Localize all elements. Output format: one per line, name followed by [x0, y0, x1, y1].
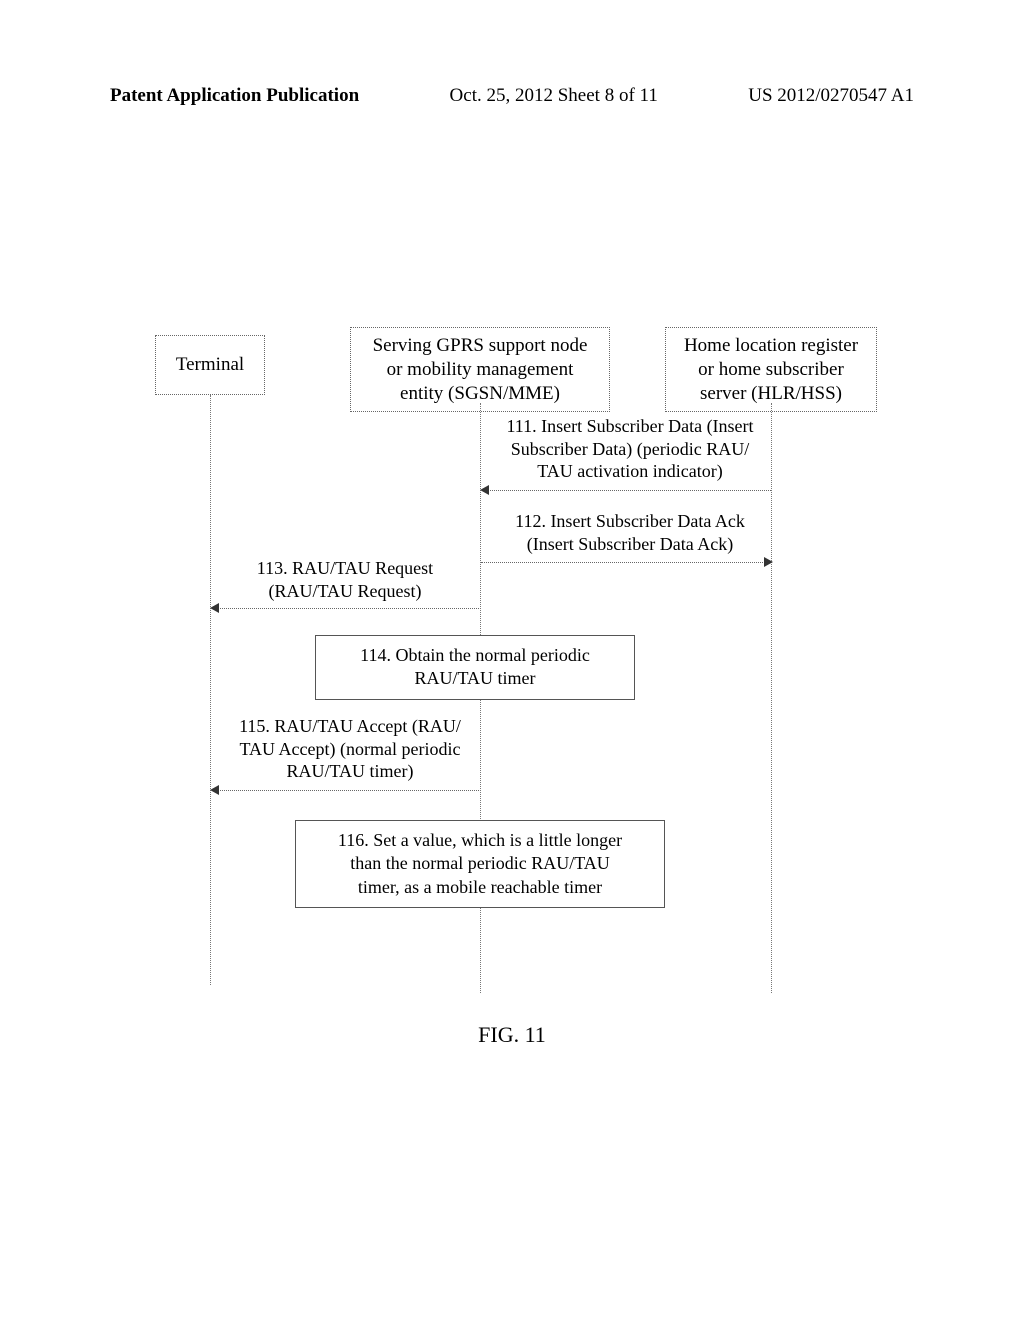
- msg-113: 113. RAU/TAU Request (RAU/TAU Request): [230, 557, 460, 602]
- msg-112-line1: 112. Insert Subscriber Data Ack: [490, 510, 770, 533]
- msg-115: 115. RAU/TAU Accept (RAU/ TAU Accept) (n…: [220, 715, 480, 783]
- actor-terminal: Terminal: [155, 335, 265, 395]
- msg-111-line1: 111. Insert Subscriber Data (Insert: [485, 415, 775, 438]
- arrow-111-head: [480, 485, 489, 495]
- actor-sgsn-line1: Serving GPRS support node: [359, 334, 601, 358]
- proc-114-line2: RAU/TAU timer: [328, 667, 622, 690]
- arrow-112-head: [764, 557, 773, 567]
- actor-hlr-line3: server (HLR/HSS): [674, 382, 868, 406]
- page-header: Patent Application Publication Oct. 25, …: [110, 85, 914, 107]
- msg-115-line3: RAU/TAU timer): [220, 760, 480, 783]
- arrow-115-head: [210, 785, 219, 795]
- header-center: Oct. 25, 2012 Sheet 8 of 11: [450, 85, 658, 107]
- header-right: US 2012/0270547 A1: [748, 85, 914, 107]
- proc-116-line2: than the normal periodic RAU/TAU: [308, 852, 652, 875]
- actor-hlr-line1: Home location register: [674, 334, 868, 358]
- proc-114-line1: 114. Obtain the normal periodic: [328, 644, 622, 667]
- msg-115-line2: TAU Accept) (normal periodic: [220, 738, 480, 761]
- arrow-111: [483, 490, 771, 491]
- actor-sgsn-line2: or mobility management: [359, 358, 601, 382]
- proc-114: 114. Obtain the normal periodic RAU/TAU …: [315, 635, 635, 700]
- msg-115-line1: 115. RAU/TAU Accept (RAU/: [220, 715, 480, 738]
- actor-sgsn-line3: entity (SGSN/MME): [359, 382, 601, 406]
- proc-116-line1: 116. Set a value, which is a little long…: [308, 829, 652, 852]
- proc-116: 116. Set a value, which is a little long…: [295, 820, 665, 908]
- msg-113-line2: (RAU/TAU Request): [230, 580, 460, 603]
- figure-caption: FIG. 11: [0, 1022, 1024, 1048]
- msg-112: 112. Insert Subscriber Data Ack (Insert …: [490, 510, 770, 555]
- arrow-112: [481, 562, 769, 563]
- lifeline-terminal: [210, 395, 211, 985]
- arrow-113: [213, 608, 479, 609]
- actor-terminal-label: Terminal: [176, 353, 244, 377]
- arrow-115: [213, 790, 479, 791]
- msg-111-line2: Subscriber Data) (periodic RAU/: [485, 438, 775, 461]
- actor-sgsn-mme: Serving GPRS support node or mobility ma…: [350, 327, 610, 412]
- actor-hlr-hss: Home location register or home subscribe…: [665, 327, 877, 412]
- msg-112-line2: (Insert Subscriber Data Ack): [490, 533, 770, 556]
- msg-113-line1: 113. RAU/TAU Request: [230, 557, 460, 580]
- lifeline-hlr: [771, 403, 772, 993]
- header-left: Patent Application Publication: [110, 85, 359, 107]
- proc-116-line3: timer, as a mobile reachable timer: [308, 876, 652, 899]
- sequence-diagram: Terminal Serving GPRS support node or mo…: [155, 335, 875, 1015]
- arrow-113-head: [210, 603, 219, 613]
- actor-hlr-line2: or home subscriber: [674, 358, 868, 382]
- msg-111-line3: TAU activation indicator): [485, 460, 775, 483]
- msg-111: 111. Insert Subscriber Data (Insert Subs…: [485, 415, 775, 483]
